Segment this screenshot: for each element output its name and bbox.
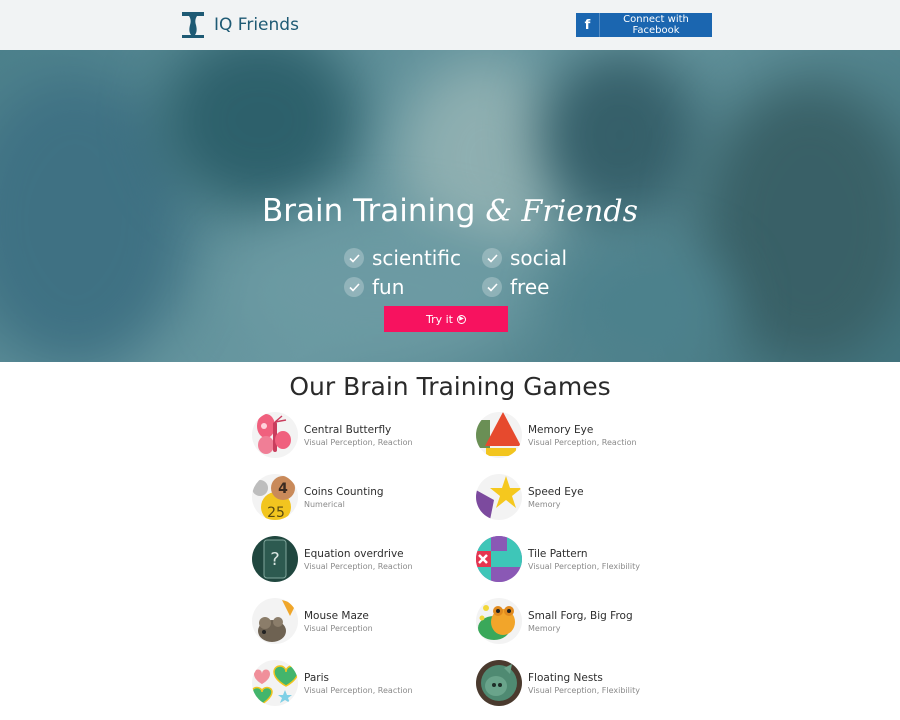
brand-name: IQ Friends bbox=[214, 15, 299, 35]
game-small-frog-big-frog[interactable]: Small Forg, Big Frog Memory bbox=[476, 598, 633, 644]
try-it-button[interactable]: Try it ▶ bbox=[384, 306, 508, 332]
butterfly-icon bbox=[252, 412, 298, 458]
game-tags: Visual Perception bbox=[304, 623, 373, 633]
game-tags: Memory bbox=[528, 499, 561, 509]
game-tags: Visual Perception, Flexibility bbox=[528, 685, 640, 695]
game-name: Memory Eye bbox=[528, 423, 594, 436]
svg-text:?: ? bbox=[270, 549, 280, 570]
svg-text:25: 25 bbox=[267, 505, 285, 520]
game-tags: Memory bbox=[528, 623, 561, 633]
memory-eye-icon bbox=[476, 412, 522, 458]
game-tags: Visual Perception, Reaction bbox=[304, 437, 413, 447]
hero-title: Brain Training & Friends bbox=[262, 193, 638, 229]
game-name: Central Butterfly bbox=[304, 423, 392, 436]
game-name: Equation overdrive bbox=[304, 547, 404, 560]
site-header: IQ Friends f Connect with Facebook bbox=[0, 0, 900, 50]
coins-icon: 4 25 bbox=[252, 474, 298, 520]
game-name: Floating Nests bbox=[528, 671, 603, 684]
feature-fun: fun bbox=[344, 275, 404, 299]
tile-pattern-icon bbox=[476, 536, 522, 582]
check-icon bbox=[344, 248, 364, 268]
frog-icon bbox=[476, 598, 522, 644]
check-icon bbox=[482, 277, 502, 297]
game-name: Mouse Maze bbox=[304, 609, 369, 622]
game-name: Paris bbox=[304, 671, 329, 684]
facebook-icon: f bbox=[576, 13, 600, 37]
hearts-icon bbox=[252, 660, 298, 706]
game-floating-nests[interactable]: Floating Nests Visual Perception, Flexib… bbox=[476, 660, 640, 706]
game-name: Coins Counting bbox=[304, 485, 384, 498]
game-mouse-maze[interactable]: Mouse Maze Visual Perception bbox=[252, 598, 373, 644]
game-paris[interactable]: Paris Visual Perception, Reaction bbox=[252, 660, 413, 706]
game-memory-eye[interactable]: Memory Eye Visual Perception, Reaction bbox=[476, 412, 637, 458]
svg-text:4: 4 bbox=[278, 481, 288, 497]
equation-icon: ? bbox=[252, 536, 298, 582]
feature-social: social bbox=[482, 246, 567, 270]
feature-scientific: scientific bbox=[344, 246, 461, 270]
game-tags: Visual Perception, Reaction bbox=[528, 437, 637, 447]
game-speed-eye[interactable]: Speed Eye Memory bbox=[476, 474, 584, 520]
games-section-title: Our Brain Training Games bbox=[289, 372, 611, 401]
game-tags: Numerical bbox=[304, 499, 345, 509]
game-name: Small Forg, Big Frog bbox=[528, 609, 633, 622]
game-tags: Visual Perception, Reaction bbox=[304, 685, 413, 695]
game-name: Speed Eye bbox=[528, 485, 584, 498]
game-name: Tile Pattern bbox=[528, 547, 588, 560]
check-icon bbox=[482, 248, 502, 268]
connect-facebook-button[interactable]: f Connect with Facebook bbox=[576, 13, 712, 37]
game-coins-counting[interactable]: 4 25 Coins Counting Numerical bbox=[252, 474, 384, 520]
nest-icon bbox=[476, 660, 522, 706]
logo-icon bbox=[182, 12, 204, 38]
game-tile-pattern[interactable]: Tile Pattern Visual Perception, Flexibil… bbox=[476, 536, 640, 582]
check-icon bbox=[344, 277, 364, 297]
game-tags: Visual Perception, Reaction bbox=[304, 561, 413, 571]
game-equation-overdrive[interactable]: ? Equation overdrive Visual Perception, … bbox=[252, 536, 413, 582]
star-icon bbox=[476, 474, 522, 520]
game-tags: Visual Perception, Flexibility bbox=[528, 561, 640, 571]
feature-free: free bbox=[482, 275, 549, 299]
mouse-icon bbox=[252, 598, 298, 644]
hero-banner: Brain Training & Friends scientific soci… bbox=[0, 50, 900, 362]
logo[interactable]: IQ Friends bbox=[180, 10, 299, 40]
game-central-butterfly[interactable]: Central Butterfly Visual Perception, Rea… bbox=[252, 412, 413, 458]
arrow-circle-icon: ▶ bbox=[457, 314, 466, 324]
facebook-button-label: Connect with Facebook bbox=[623, 14, 689, 36]
